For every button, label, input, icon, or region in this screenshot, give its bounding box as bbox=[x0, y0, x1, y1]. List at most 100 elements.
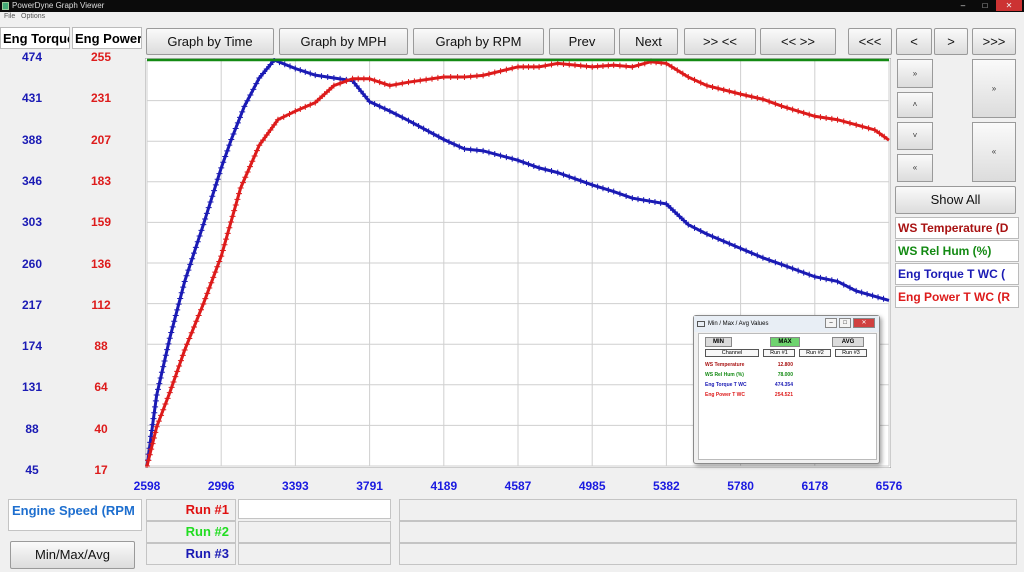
double-chevron-up-icon: » bbox=[912, 69, 918, 78]
rpm-tick: 6576 bbox=[875, 479, 903, 493]
channel-ws-rel-hum[interactable]: WS Rel Hum (%) bbox=[895, 240, 1019, 262]
power-tick: 17 bbox=[94, 463, 108, 477]
menu-bar: File Options bbox=[0, 12, 1024, 22]
graph-by-mph-button[interactable]: Graph by MPH bbox=[279, 28, 408, 55]
run-1-header: Run #1 bbox=[763, 349, 795, 357]
run-1-cell bbox=[146, 499, 236, 521]
prev-button[interactable]: Prev bbox=[549, 28, 615, 55]
double-chevron-icon: » bbox=[991, 84, 997, 93]
maximize-button[interactable]: □ bbox=[974, 0, 996, 11]
torque-tick: 303 bbox=[21, 215, 43, 230]
torque-tick: 474 bbox=[21, 50, 43, 64]
dialog-close-button[interactable]: ✕ bbox=[853, 318, 875, 328]
run-1-file[interactable] bbox=[238, 499, 391, 519]
scroll-right-button[interactable]: > bbox=[934, 28, 968, 55]
rpm-tick: 4985 bbox=[578, 479, 606, 493]
dialog-title: Min / Max / Avg Values bbox=[694, 316, 879, 332]
rpm-tick: 5780 bbox=[727, 479, 754, 493]
run-2-header: Run #2 bbox=[799, 349, 831, 357]
run-2-cell bbox=[146, 521, 236, 543]
rpm-tick: 4587 bbox=[504, 479, 532, 493]
menu-options[interactable]: Options bbox=[21, 12, 45, 22]
zoom-up-button[interactable]: » bbox=[972, 59, 1016, 118]
power-tick: 231 bbox=[90, 91, 112, 106]
power-tick: 64 bbox=[94, 380, 108, 395]
dialog-row-value: 12.800 bbox=[777, 362, 793, 368]
dialog-row-value: 474.354 bbox=[774, 382, 793, 388]
rpm-tick: 2598 bbox=[133, 479, 161, 493]
rpm-tick: 5382 bbox=[653, 479, 680, 493]
minimize-button[interactable]: – bbox=[952, 0, 974, 11]
graph-by-time-button[interactable]: Graph by Time bbox=[146, 28, 274, 55]
rpm-tick: 3791 bbox=[356, 479, 383, 493]
min-tab[interactable]: MIN bbox=[705, 337, 732, 347]
dialog-row-name: Eng Power T WC bbox=[705, 392, 745, 398]
torque-tick: 346 bbox=[21, 173, 43, 188]
dialog-minimize-button[interactable]: – bbox=[825, 318, 837, 328]
rpm-tick: 2996 bbox=[207, 479, 235, 493]
torque-tick: 388 bbox=[21, 132, 43, 147]
dialog-row-name: WS Rel Hum (%) bbox=[705, 372, 744, 378]
run-2-file[interactable] bbox=[238, 521, 391, 543]
next-button[interactable]: Next bbox=[619, 28, 678, 55]
power-tick: 159 bbox=[90, 215, 112, 230]
graph-by-rpm-button[interactable]: Graph by RPM bbox=[413, 28, 544, 55]
zoom-in-button[interactable]: >> << bbox=[684, 28, 756, 55]
show-all-button[interactable]: Show All bbox=[895, 186, 1016, 214]
chevron-up-icon: ˄ bbox=[912, 100, 918, 109]
torque-tick: 174 bbox=[21, 339, 43, 354]
title-bar: PowerDyne Graph Viewer – □ ✕ bbox=[0, 0, 1024, 12]
scroll-start-button[interactable]: <<< bbox=[848, 28, 892, 55]
torque-tick: 431 bbox=[21, 91, 43, 106]
torque-tick: 131 bbox=[21, 380, 43, 395]
app-icon bbox=[2, 2, 9, 10]
run-3-info bbox=[399, 543, 1017, 565]
dialog-row-name: WS Temperature bbox=[705, 362, 745, 368]
window-title: PowerDyne Graph Viewer bbox=[12, 1, 105, 10]
zoom-out-button[interactable]: << >> bbox=[760, 28, 836, 55]
dialog-maximize-button[interactable]: □ bbox=[839, 318, 851, 328]
run-3-file[interactable] bbox=[238, 543, 391, 565]
x-channel-label[interactable]: Engine Speed (RPM bbox=[8, 499, 142, 531]
power-tick: 255 bbox=[90, 50, 112, 64]
channel-ws-temperature[interactable]: WS Temperature (D bbox=[895, 217, 1019, 239]
power-tick: 136 bbox=[90, 256, 112, 271]
power-tick: 40 bbox=[94, 421, 108, 436]
dialog-row-name: Eng Torque T WC bbox=[705, 382, 747, 388]
power-tick: 88 bbox=[94, 339, 108, 354]
min-max-avg-dialog: Min / Max / Avg Values – □ ✕ MIN MAX AVG… bbox=[693, 315, 880, 464]
max-tab[interactable]: MAX bbox=[770, 337, 800, 347]
avg-tab[interactable]: AVG bbox=[832, 337, 864, 347]
window-icon bbox=[697, 321, 705, 327]
channel-eng-torque[interactable]: Eng Torque T WC ( bbox=[895, 263, 1019, 285]
zoom-down-button[interactable]: « bbox=[972, 122, 1016, 182]
run-3-header: Run #3 bbox=[835, 349, 867, 357]
torque-tick: 88 bbox=[25, 421, 39, 436]
dialog-row-value: 78.000 bbox=[777, 372, 793, 378]
scroll-up-button[interactable]: ˄ bbox=[897, 92, 933, 118]
scroll-end-button[interactable]: >>> bbox=[972, 28, 1016, 55]
chevron-down-icon: ˅ bbox=[912, 131, 918, 140]
scroll-left-button[interactable]: < bbox=[896, 28, 932, 55]
rpm-tick: 3393 bbox=[282, 479, 309, 493]
fast-up-button[interactable]: » bbox=[897, 59, 933, 88]
close-button[interactable]: ✕ bbox=[996, 0, 1022, 11]
double-chevron-down-icon: « bbox=[912, 163, 918, 172]
torque-tick: 45 bbox=[25, 463, 39, 477]
power-tick: 183 bbox=[90, 173, 112, 188]
power-tick: 207 bbox=[90, 132, 112, 147]
dialog-panel: MIN MAX AVG Channel Run #1 Run #2 Run #3… bbox=[698, 333, 877, 460]
fast-down-button[interactable]: « bbox=[897, 154, 933, 182]
min-max-avg-button[interactable]: Min/Max/Avg bbox=[10, 541, 135, 569]
torque-axis-label: Eng Torque bbox=[0, 27, 70, 49]
channel-header: Channel bbox=[705, 349, 759, 357]
scroll-down-button[interactable]: ˅ bbox=[897, 122, 933, 150]
run-3-cell bbox=[146, 543, 236, 565]
menu-file[interactable]: File bbox=[4, 12, 15, 22]
rpm-tick: 4189 bbox=[430, 479, 458, 493]
rpm-tick: 6178 bbox=[801, 479, 829, 493]
dialog-row-value: 254.521 bbox=[774, 392, 793, 398]
channel-eng-power[interactable]: Eng Power T WC (R bbox=[895, 286, 1019, 308]
power-tick: 112 bbox=[91, 297, 111, 312]
run-1-info bbox=[399, 499, 1017, 521]
